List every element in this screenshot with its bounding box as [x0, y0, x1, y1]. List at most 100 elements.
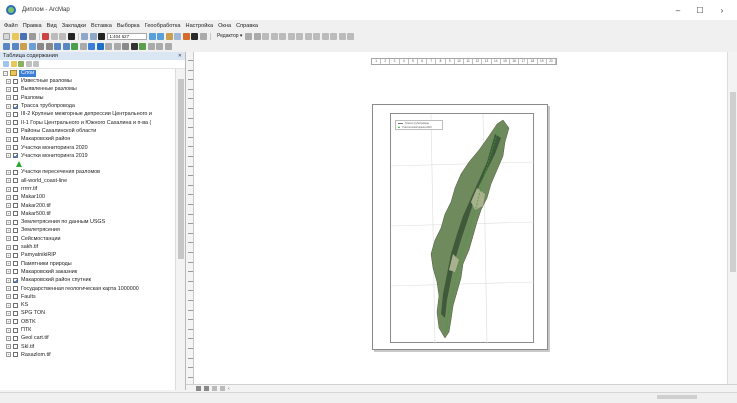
layer-visibility-checkbox[interactable] [13, 203, 18, 209]
layer-visibility-checkbox[interactable] [13, 219, 18, 225]
layer-visibility-checkbox[interactable] [13, 302, 18, 308]
layer-item[interactable]: + all-world_coast-line [0, 177, 174, 185]
attributes-icon[interactable] [330, 32, 338, 40]
python-window-icon[interactable] [191, 32, 198, 40]
layer-item[interactable]: + Участки мониторинга 2019 [0, 152, 174, 160]
expand-icon[interactable]: + [6, 344, 11, 350]
list-by-visibility-icon[interactable] [18, 61, 24, 67]
fixed-zoom-in-icon[interactable] [37, 42, 44, 50]
expand-icon[interactable]: + [6, 128, 11, 134]
layer-visibility-checkbox[interactable] [13, 178, 18, 184]
layer-item[interactable]: + Районы Сахалинской области [0, 127, 174, 135]
model-builder-icon[interactable] [199, 32, 207, 40]
print-icon[interactable] [28, 32, 36, 40]
layer-visibility-checkbox[interactable] [13, 211, 18, 217]
expand-icon[interactable]: + [6, 244, 11, 250]
layer-item[interactable]: + PamyatnikiRIP [0, 251, 174, 259]
list-by-drawing-order-icon[interactable] [3, 61, 9, 67]
layer-item[interactable]: + Макаровский район спутник [0, 276, 174, 284]
layer-visibility-checkbox[interactable] [13, 227, 18, 233]
menu-geoprocessing[interactable]: Геообработка [145, 23, 181, 29]
layer-visibility-checkbox[interactable] [13, 335, 18, 341]
add-data-icon[interactable] [98, 32, 105, 40]
create-features-icon[interactable] [347, 32, 355, 40]
layer-item[interactable]: + Участки мониторинга 2020 [0, 143, 174, 151]
measure-icon[interactable] [122, 42, 129, 50]
layer-item[interactable]: + Макаровский район [0, 135, 174, 143]
minimize-button[interactable]: – [667, 6, 689, 15]
straight-segment-icon[interactable] [262, 32, 270, 40]
close-button[interactable]: › [711, 6, 733, 15]
layer-item[interactable]: + Макаровский заказник [0, 268, 174, 276]
expand-icon[interactable]: + [6, 194, 11, 200]
layer-item[interactable]: + Makar500.tif [0, 210, 174, 218]
toc-window-icon[interactable] [157, 32, 164, 40]
menu-customize[interactable]: Настройка [186, 23, 214, 29]
toc-vertical-scrollbar[interactable] [175, 69, 185, 390]
expand-icon[interactable]: + [6, 111, 11, 117]
expand-icon[interactable]: + [6, 236, 11, 242]
layer-visibility-checkbox[interactable] [13, 111, 18, 117]
pan-icon[interactable] [20, 42, 27, 50]
layer-visibility-checkbox[interactable] [13, 186, 18, 192]
layer-item[interactable]: + SPG TON [0, 309, 174, 317]
expand-icon[interactable]: + [6, 302, 11, 308]
layer-visibility-checkbox[interactable] [13, 128, 18, 134]
expand-icon[interactable]: + [6, 86, 11, 92]
expand-icon[interactable]: + [6, 95, 11, 101]
layer-visibility-checkbox[interactable] [13, 252, 18, 258]
menu-insert[interactable]: Вставка [91, 23, 112, 29]
trace-icon[interactable] [270, 32, 278, 40]
cut-icon[interactable] [42, 32, 49, 40]
zoom-out-icon[interactable] [11, 42, 19, 50]
go-to-xy-icon[interactable] [147, 42, 155, 50]
layer-item[interactable]: + Землетрясения по данным USGS [0, 218, 174, 226]
copy-icon[interactable] [50, 32, 58, 40]
arctoolbox-icon[interactable] [182, 32, 190, 40]
expand-icon[interactable]: + [6, 319, 11, 325]
layer-item[interactable]: + ПТК [0, 326, 174, 334]
expand-icon[interactable]: + [6, 352, 11, 358]
toc-close-icon[interactable]: ✕ [178, 53, 182, 59]
layout-page[interactable]: Трасса трубопровода Участки мониторинга … [372, 104, 548, 394]
expand-icon[interactable]: + [6, 335, 11, 341]
find-route-icon[interactable] [139, 42, 146, 50]
expand-icon[interactable]: + [6, 219, 11, 225]
rotate-icon[interactable] [321, 32, 329, 40]
expand-icon[interactable]: + [6, 103, 11, 109]
expand-icon[interactable]: + [6, 120, 11, 126]
toc-scroll-thumb[interactable] [178, 79, 184, 259]
expand-icon[interactable]: + [6, 153, 11, 159]
menu-file[interactable]: Файл [4, 23, 18, 29]
view-vertical-scrollbar[interactable] [727, 52, 737, 384]
expand-icon[interactable]: + [6, 269, 11, 275]
pause-drawing-button[interactable] [220, 386, 225, 391]
fixed-zoom-out-icon[interactable] [45, 42, 53, 50]
maximize-button[interactable]: ☐ [689, 6, 711, 15]
collapse-icon[interactable]: − [3, 70, 8, 76]
layer-visibility-checkbox[interactable] [13, 310, 18, 316]
layer-item[interactable]: + Разломы [0, 94, 174, 102]
layer-item[interactable]: + Skl.tif [0, 343, 174, 351]
layer-item[interactable]: + Makar100 [0, 193, 174, 201]
menu-bookmarks[interactable]: Закладки [62, 23, 86, 29]
reshape-icon[interactable] [296, 32, 304, 40]
layer-item[interactable]: + Памятники природы [0, 260, 174, 268]
layout-view[interactable]: 1 2 3 4 5 6 7 8 9 10 11 12 13 14 15 16 17 18 19 20 [186, 52, 737, 394]
layer-item[interactable]: + Faults [0, 293, 174, 301]
layer-visibility-checkbox[interactable] [13, 277, 18, 283]
toc-options-icon[interactable] [33, 61, 39, 67]
menu-selection[interactable]: Выборка [117, 23, 140, 29]
delete-icon[interactable] [67, 32, 75, 40]
full-extent-icon[interactable] [28, 42, 36, 50]
layer-visibility-checkbox[interactable] [13, 269, 18, 275]
layer-visibility-checkbox[interactable] [13, 352, 18, 358]
expand-icon[interactable]: + [6, 145, 11, 151]
layer-item[interactable]: + Сейсмостанции [0, 235, 174, 243]
layer-item[interactable]: + II-1 Горы Центрального и Южного Сахалин… [0, 118, 174, 126]
data-frame[interactable]: Трасса трубопровода Участки мониторинга … [390, 113, 535, 344]
expand-icon[interactable]: + [6, 261, 11, 267]
next-extent-icon[interactable] [62, 42, 70, 50]
layer-visibility-checkbox[interactable] [13, 286, 18, 292]
layer-visibility-checkbox[interactable] [13, 344, 18, 350]
